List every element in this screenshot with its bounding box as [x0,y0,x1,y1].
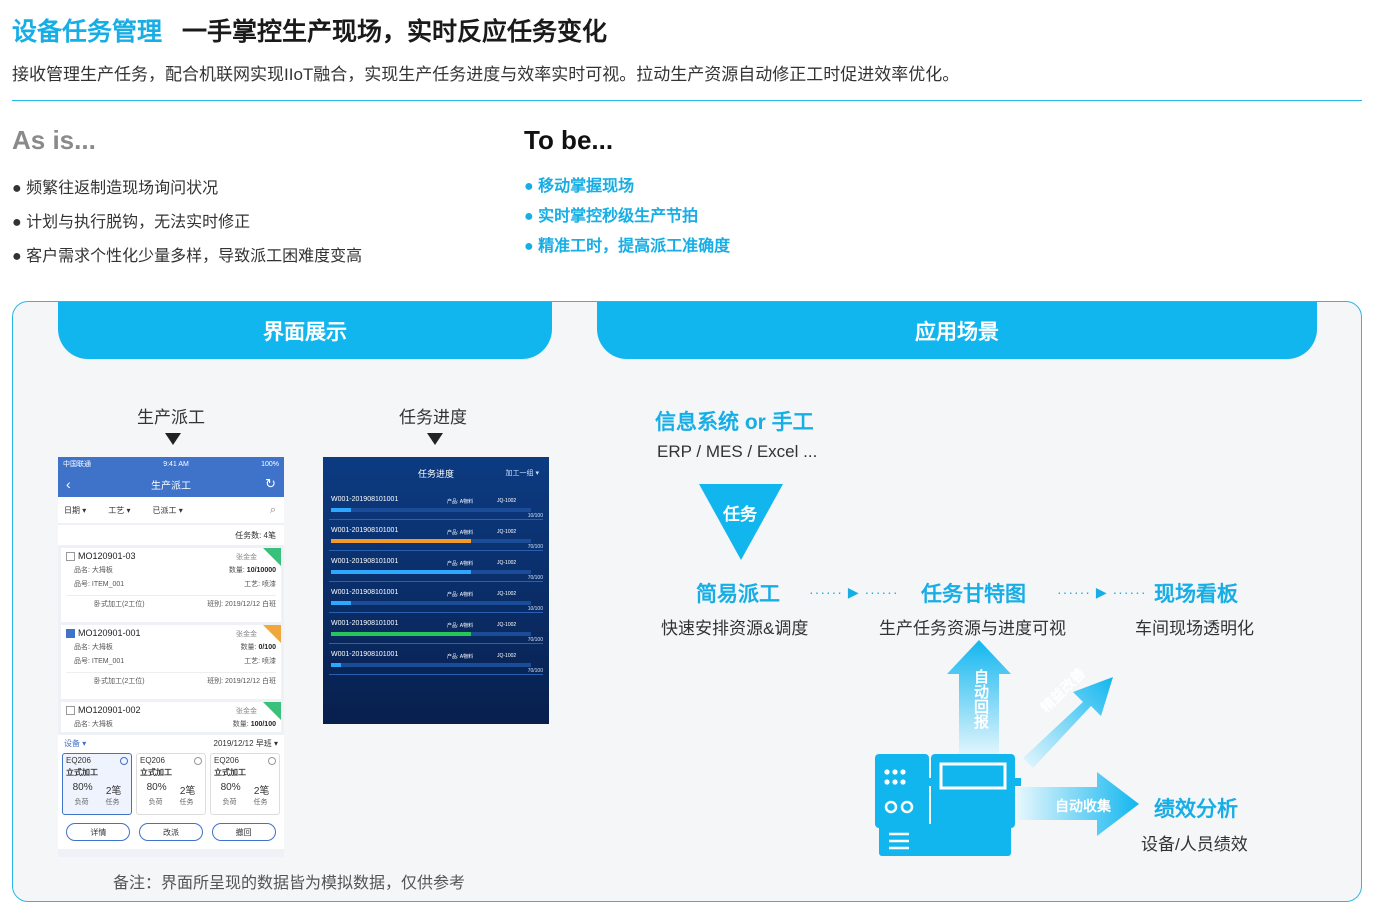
as-is-item: ● 计划与执行脱钩，无法实时修正 [12,214,251,231]
header-description: 接收管理生产任务，配合机联网实现IIoT融合，实现生产任务进度与效率实时可视。拉… [12,65,960,84]
as-is-item: ● 频繁往返制造现场询问状况 [12,180,219,197]
as-is-title: As is... [12,125,96,155]
to-be-item: ● 实时掌控秒级生产节拍 [524,208,699,225]
showcase-panel: 界面展示 应用场景 生产派工 任务进度 中国联通 9:41 AM 100% ‹ … [12,301,1362,902]
as-is-item: ● 客户需求个性化少量多样，导致派工困难度变高 [12,248,363,265]
module-title: 设备任务管理 [12,18,163,46]
machine-icon [875,754,1021,856]
to-be-item: ● 移动掌握现场 [524,178,635,195]
header-divider [12,100,1362,101]
auto-collect-label: 自动收集 [1055,798,1111,814]
headline: 一手掌控生产现场，实时反应任务变化 [182,18,608,46]
page-title: 设备任务管理 一手掌控生产现场，实时反应任务变化 [12,12,607,48]
to-be-title: To be... [524,125,614,155]
auto-report-label: 自动回报 [972,669,989,729]
disclaimer-note: 备注：界面所呈现的数据皆为模拟数据，仅供参考 [113,875,466,892]
machine-diagram [875,640,1139,856]
to-be-item: ● 精准工时，提高派工准确度 [524,238,731,255]
